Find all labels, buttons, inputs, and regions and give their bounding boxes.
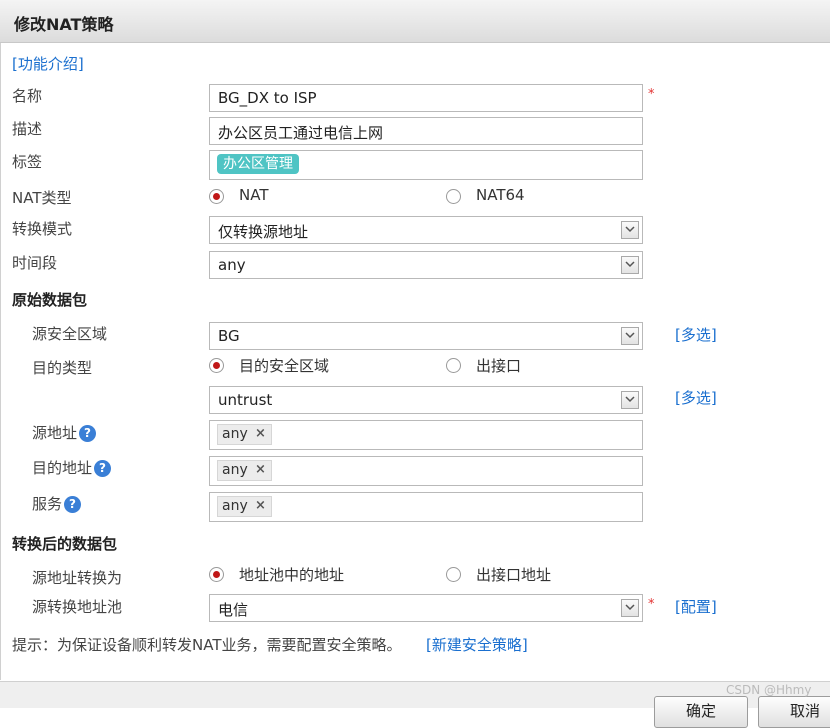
dst-zone-select[interactable]: untrust (209, 386, 643, 414)
chevron-down-icon[interactable] (621, 599, 639, 617)
nat-type-nat-radio[interactable] (209, 189, 224, 204)
src-zone-select[interactable]: BG (209, 322, 643, 350)
ok-button[interactable]: 确定 (654, 696, 748, 728)
remove-icon[interactable]: × (255, 498, 266, 513)
mode-value: 仅转换源地址 (218, 223, 309, 241)
name-label: 名称 (12, 87, 43, 105)
help-icon[interactable]: ? (79, 425, 97, 442)
pool-config-link[interactable]: [配置] (675, 596, 717, 617)
nat-type-label: NAT类型 (12, 189, 72, 207)
dst-addr-input[interactable]: any × (209, 456, 643, 486)
schedule-value: any (218, 256, 246, 274)
dst-type-zone-radio[interactable] (209, 358, 224, 373)
src-zone-label: 源安全区域 (32, 325, 108, 343)
desc-input[interactable]: 办公区员工通过电信上网 (209, 117, 643, 145)
remove-icon[interactable]: × (255, 462, 266, 477)
service-chip: any × (217, 496, 272, 517)
watermark: CSDN @Hhmy (726, 683, 812, 697)
service-input[interactable]: any × (209, 492, 643, 522)
src-trans-interface-text: 出接口地址 (476, 566, 552, 584)
chevron-down-icon[interactable] (621, 221, 639, 239)
name-required-mark: * (648, 87, 655, 102)
tag-chip[interactable]: 办公区管理 (217, 154, 299, 174)
help-icon[interactable]: ? (64, 496, 82, 513)
src-addr-label: 源地址? (32, 422, 97, 443)
chevron-down-icon[interactable] (621, 327, 639, 345)
chip-label: any (222, 462, 248, 478)
src-trans-interface-radio[interactable] (446, 567, 461, 582)
dst-type-interface-radio[interactable] (446, 358, 461, 373)
help-icon[interactable]: ? (94, 460, 112, 477)
dialog-title: 修改NAT策略 (14, 15, 114, 34)
mode-label: 转换模式 (12, 220, 73, 238)
desc-label: 描述 (12, 120, 43, 138)
tag-input[interactable]: 办公区管理 (209, 150, 643, 180)
dst-type-interface-text: 出接口 (476, 357, 522, 375)
src-zone-multi-select-link[interactable]: [多选] (675, 324, 717, 345)
chevron-down-icon[interactable] (621, 256, 639, 274)
pool-value: 电信 (218, 601, 249, 619)
mode-select[interactable]: 仅转换源地址 (209, 216, 643, 244)
original-packet-heading: 原始数据包 (12, 291, 88, 309)
cancel-button[interactable]: 取消 (758, 696, 830, 728)
src-addr-chip: any × (217, 424, 272, 445)
nat-type-nat64-radio[interactable] (446, 189, 461, 204)
desc-value: 办公区员工通过电信上网 (218, 124, 384, 142)
src-trans-label: 源地址转换为 (32, 569, 123, 587)
pool-select[interactable]: 电信 (209, 594, 643, 622)
new-security-policy-link[interactable]: [新建安全策略] (426, 634, 528, 655)
dst-zone-multi-select-link[interactable]: [多选] (675, 387, 717, 408)
src-zone-value: BG (218, 327, 240, 345)
schedule-label: 时间段 (12, 254, 58, 272)
name-value: BG_DX to ISP (218, 89, 317, 107)
src-trans-pool-radio[interactable] (209, 567, 224, 582)
dialog-footer: 确定 取消 (0, 681, 830, 728)
translated-packet-heading: 转换后的数据包 (12, 535, 118, 553)
nat-type-nat-text: NAT (239, 186, 269, 204)
dst-zone-value: untrust (218, 391, 273, 409)
remove-icon[interactable]: × (255, 426, 266, 441)
pool-required-mark: * (648, 597, 655, 612)
dialog-titlebar: 修改NAT策略 (0, 0, 830, 43)
dialog-body: [功能介绍] 名称 BG_DX to ISP * 描述 办公区员工通过电信上网 … (0, 43, 830, 680)
src-trans-pool-text: 地址池中的地址 (239, 566, 345, 584)
tag-label: 标签 (12, 153, 43, 171)
schedule-select[interactable]: any (209, 251, 643, 279)
chip-label: any (222, 498, 248, 514)
chevron-down-icon[interactable] (621, 391, 639, 409)
src-addr-input[interactable]: any × (209, 420, 643, 450)
feature-intro-link[interactable]: [功能介绍] (12, 53, 84, 74)
dst-addr-label: 目的地址? (32, 457, 112, 478)
chip-label: any (222, 426, 248, 442)
service-label: 服务? (32, 493, 82, 514)
dst-addr-chip: any × (217, 460, 272, 481)
dst-type-zone-text: 目的安全区域 (239, 357, 330, 375)
name-input[interactable]: BG_DX to ISP (209, 84, 643, 112)
pool-label: 源转换地址池 (32, 598, 123, 616)
dst-type-label: 目的类型 (32, 359, 93, 377)
hint-text: 提示：为保证设备顺利转发NAT业务，需要配置安全策略。 (12, 636, 402, 654)
nat-type-nat64-text: NAT64 (476, 186, 525, 204)
